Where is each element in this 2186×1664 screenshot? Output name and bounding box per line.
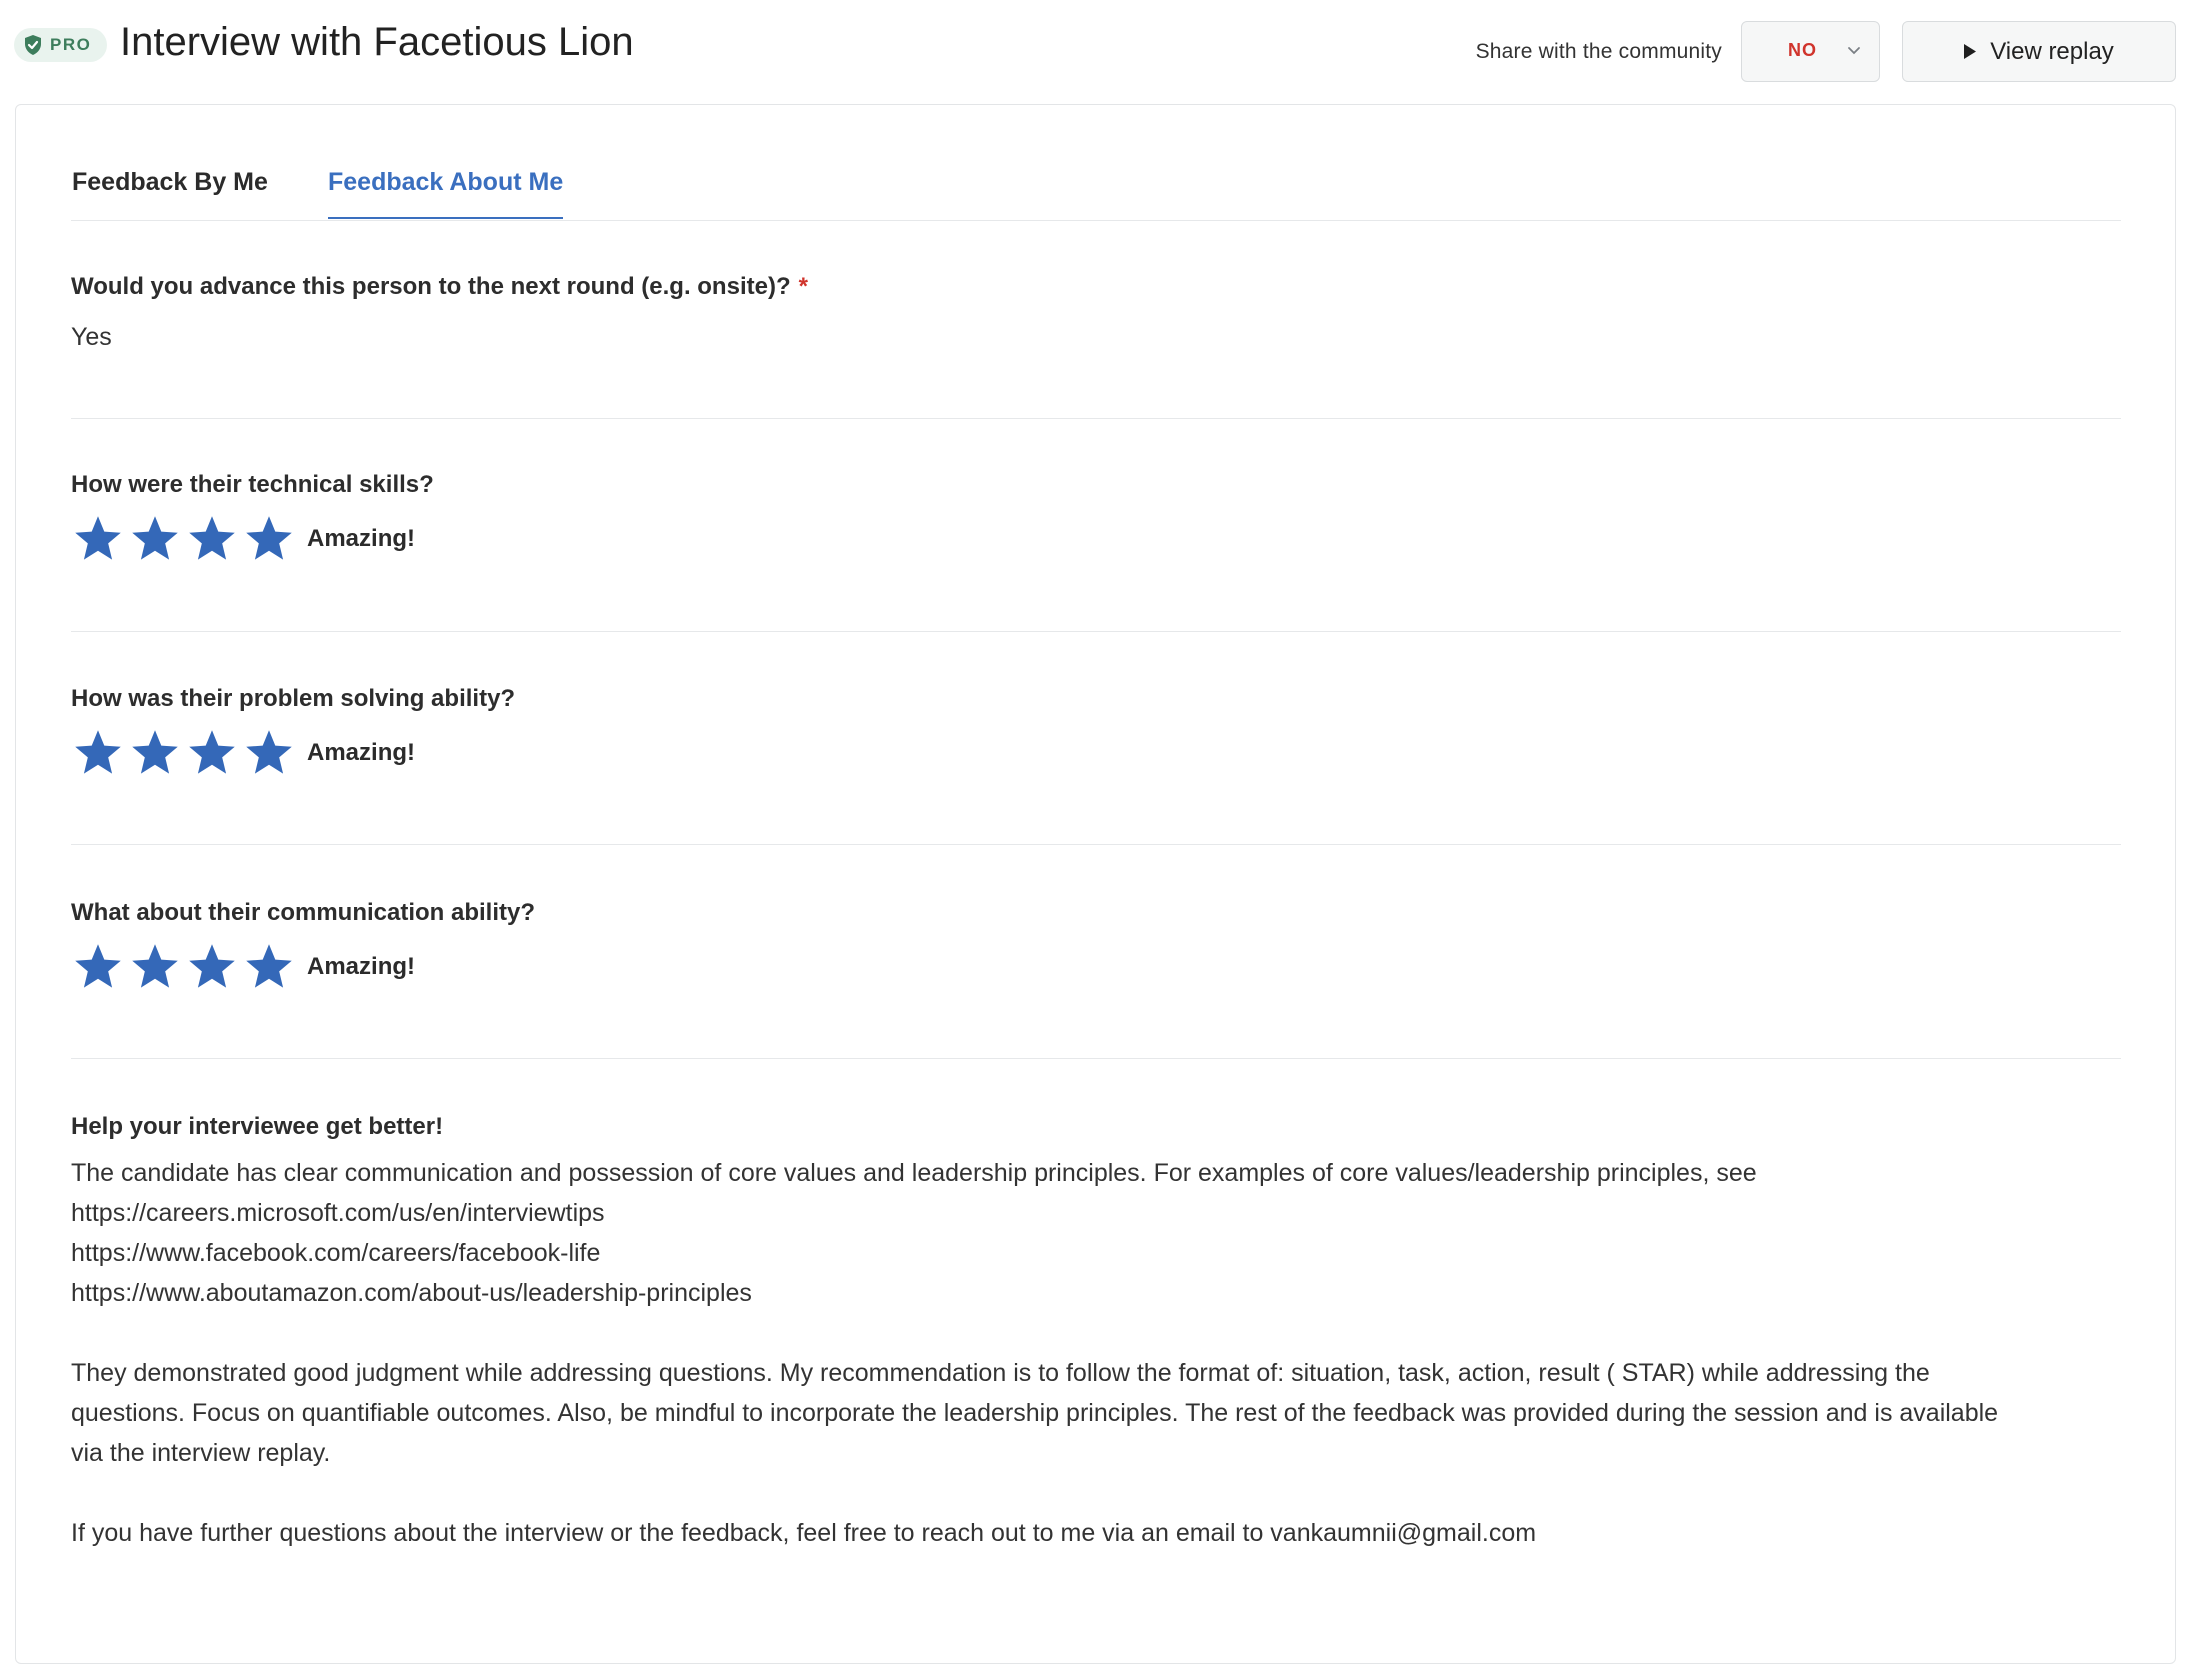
star-rating: Amazing! xyxy=(71,727,2121,779)
share-community-label: Share with the community xyxy=(1475,40,1722,63)
feedback-link: https://www.facebook.com/careers/faceboo… xyxy=(71,1239,601,1267)
feedback-line: questions. Focus on quantifiable outcome… xyxy=(71,1399,1999,1427)
advance-section: Would you advance this person to the nex… xyxy=(71,273,2121,352)
star-icon xyxy=(189,516,235,560)
tab-feedback-about-me[interactable]: Feedback About Me xyxy=(328,168,564,219)
rating-technical: How were their technical skills? Amazing… xyxy=(71,471,2121,565)
feedback-line: They demonstrated good judgment while ad… xyxy=(71,1359,1930,1387)
rating-label: Amazing! xyxy=(307,953,415,980)
share-community-select[interactable]: NO xyxy=(1741,21,1880,82)
page-header: PRO Interview with Facetious Lion Share … xyxy=(0,0,2186,104)
divider xyxy=(71,1058,2121,1059)
star-icon xyxy=(246,944,292,988)
rating-question: How were their technical skills? xyxy=(71,471,434,498)
star-icon xyxy=(132,730,178,774)
feedback-heading: Help your interviewee get better! xyxy=(71,1113,444,1140)
advance-question-text: Would you advance this person to the nex… xyxy=(71,273,791,300)
chevron-down-icon xyxy=(1848,47,1860,55)
share-community-value: NO xyxy=(1788,40,1817,60)
divider xyxy=(71,418,2121,419)
feedback-paragraph-3: If you have further questions about the … xyxy=(71,1513,2121,1553)
view-replay-label: View replay xyxy=(1990,37,2114,65)
tab-feedback-by-me[interactable]: Feedback By Me xyxy=(72,168,268,217)
advance-answer: Yes xyxy=(71,323,112,351)
star-icon xyxy=(132,516,178,560)
pro-badge-label: PRO xyxy=(50,35,92,54)
star-icon xyxy=(246,730,292,774)
written-feedback: Help your interviewee get better! The ca… xyxy=(71,1113,2121,1553)
page-title: Interview with Facetious Lion xyxy=(120,20,634,64)
star-icon xyxy=(132,944,178,988)
feedback-line: If you have further questions about the … xyxy=(71,1519,1537,1547)
rating-communication: What about their communication ability? … xyxy=(71,899,2121,993)
feedback-paragraph-1: The candidate has clear communication an… xyxy=(71,1153,2121,1313)
star-icon xyxy=(75,944,121,988)
feedback-link: https://careers.microsoft.com/us/en/inte… xyxy=(71,1199,605,1227)
rating-question: What about their communication ability? xyxy=(71,899,536,926)
required-marker: * xyxy=(798,273,808,300)
star-icon xyxy=(189,944,235,988)
star-icon xyxy=(246,516,292,560)
star-rating: Amazing! xyxy=(71,513,2121,565)
feedback-line: The candidate has clear communication an… xyxy=(71,1159,1757,1187)
divider xyxy=(71,844,2121,845)
rating-label: Amazing! xyxy=(307,525,415,552)
feedback-link: https://www.aboutamazon.com/about-us/lea… xyxy=(71,1279,752,1307)
feedback-tabs: Feedback By Me Feedback About Me xyxy=(71,105,2121,221)
divider xyxy=(71,631,2121,632)
star-icon xyxy=(75,516,121,560)
advance-question: Would you advance this person to the nex… xyxy=(71,273,2121,301)
rating-problem-solving: How was their problem solving ability? A… xyxy=(71,685,2121,779)
feedback-paragraph-2: They demonstrated good judgment while ad… xyxy=(71,1353,2121,1473)
shield-check-icon xyxy=(25,35,41,55)
rating-label: Amazing! xyxy=(307,739,415,766)
view-replay-button[interactable]: View replay xyxy=(1902,21,2176,82)
star-icon xyxy=(75,730,121,774)
feedback-card: Feedback By Me Feedback About Me Would y… xyxy=(15,104,2176,1664)
feedback-line: via the interview replay. xyxy=(71,1439,331,1467)
star-icon xyxy=(189,730,235,774)
rating-question: How was their problem solving ability? xyxy=(71,685,516,712)
pro-badge: PRO xyxy=(14,28,108,62)
star-rating: Amazing! xyxy=(71,941,2121,993)
play-icon xyxy=(1964,44,1977,59)
